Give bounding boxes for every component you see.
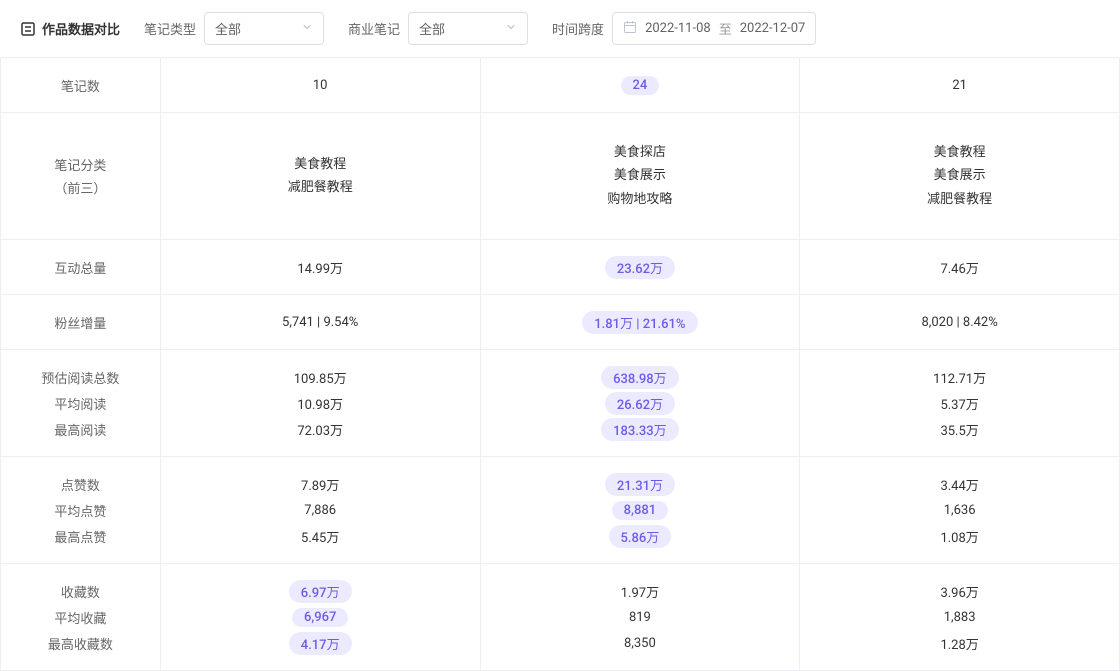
metric-value: 1.97万 <box>609 580 671 603</box>
table-row: 笔记数 10 24 21 <box>1 58 1120 113</box>
metric-value: 10.98万 <box>285 392 355 415</box>
metric-value: 5.45万 <box>289 525 351 548</box>
metric-value: 6.97万 <box>289 580 352 603</box>
category-tag: 减肥餐教程 <box>800 188 1119 211</box>
category-tag: 减肥餐教程 <box>161 176 480 199</box>
row-label: 笔记数 <box>61 80 100 95</box>
row-label: 平均点赞 <box>1 497 160 523</box>
row-label: 预估阅读总数 <box>1 364 160 390</box>
metric-value: 8,020 | 8.42% <box>909 313 1009 332</box>
select-value: 全部 <box>419 19 445 38</box>
metric-value: 6,967 <box>292 608 348 627</box>
metric-value: 7.89万 <box>289 473 351 496</box>
category-tag: 美食教程 <box>800 141 1119 164</box>
table-row: 笔记分类 （前三） 美食教程减肥餐教程 美食探店美食展示购物地攻略 美食教程美食… <box>1 113 1120 240</box>
select-note-type[interactable]: 全部 <box>204 12 324 45</box>
table-row: 互动总量 14.99万 23.62万 7.46万 <box>1 240 1120 295</box>
calendar-icon <box>623 20 637 38</box>
metric-value: 112.71万 <box>921 366 998 389</box>
row-label: 笔记分类 <box>54 155 106 174</box>
metric-value: 638.98万 <box>601 366 679 389</box>
date-end: 2022-12-07 <box>740 21 806 36</box>
row-label: 点赞数 <box>1 471 160 497</box>
list-icon <box>20 21 36 37</box>
metric-value: 8,881 <box>612 501 668 520</box>
chevron-down-icon <box>505 21 517 37</box>
filter-label: 笔记类型 <box>144 19 196 38</box>
metric-value: 183.33万 <box>601 418 679 441</box>
select-value: 全部 <box>215 19 241 38</box>
metric-value: 8,350 <box>612 634 668 653</box>
table-row: 收藏数平均收藏最高收藏数 6.97万 6,967 4.17万 1.97万 819 8,3… <box>1 564 1120 671</box>
metric-value: 24 <box>621 76 660 95</box>
row-label: 最高收藏数 <box>1 630 160 656</box>
metric-value: 1.81万 | 21.61% <box>582 311 697 334</box>
metric-value: 1,636 <box>932 501 988 520</box>
metric-value: 23.62万 <box>605 256 675 279</box>
data-table: 笔记数 10 24 21 笔记分类 （前三） 美食教程减肥餐教程 美食探店美食展… <box>0 57 1120 671</box>
filter-label: 商业笔记 <box>348 19 400 38</box>
category-tag: 美食探店 <box>481 141 800 164</box>
metric-value: 5,741 | 9.54% <box>270 313 370 332</box>
filter-label: 时间跨度 <box>552 19 604 38</box>
metric-value: 26.62万 <box>605 392 675 415</box>
metric-value: 72.03万 <box>285 418 355 441</box>
metric-value: 819 <box>617 608 663 627</box>
metric-value: 4.17万 <box>289 632 352 655</box>
metric-value: 10 <box>301 76 340 95</box>
row-label: 平均阅读 <box>1 390 160 416</box>
metric-value: 35.5万 <box>928 418 990 441</box>
page-title-group: 作品数据对比 <box>20 19 120 38</box>
row-label: 收藏数 <box>1 578 160 604</box>
date-separator: 至 <box>719 19 732 38</box>
row-label: 最高阅读 <box>1 416 160 442</box>
metric-value: 7.46万 <box>928 256 990 279</box>
header-bar: 作品数据对比 笔记类型 全部 商业笔记 全部 时间跨度 2022-11-08 至… <box>0 0 1120 57</box>
metric-value: 21.31万 <box>605 473 675 496</box>
metric-value: 1.08万 <box>928 525 990 548</box>
metric-value: 1.28万 <box>928 632 990 655</box>
metric-value: 3.96万 <box>928 580 990 603</box>
chevron-down-icon <box>301 21 313 37</box>
row-label: 粉丝增量 <box>54 317 106 332</box>
table-row: 粉丝增量 5,741 | 9.54% 1.81万 | 21.61% 8,020 … <box>1 295 1120 350</box>
table-row: 点赞数平均点赞最高点赞 7.89万 7,886 5.45万 21.31万 8,881 5… <box>1 457 1120 564</box>
row-label-sub: （前三） <box>54 178 106 197</box>
category-tag: 美食教程 <box>161 153 480 176</box>
metric-value: 5.37万 <box>928 392 990 415</box>
date-start: 2022-11-08 <box>645 21 711 36</box>
metric-value: 7,886 <box>292 501 348 520</box>
category-tag: 购物地攻略 <box>481 188 800 211</box>
category-tag: 美食展示 <box>800 164 1119 187</box>
date-range-picker[interactable]: 2022-11-08 至 2022-12-07 <box>612 12 816 45</box>
filter-biz-type: 商业笔记 全部 <box>348 12 528 45</box>
select-biz-type[interactable]: 全部 <box>408 12 528 45</box>
metric-value: 109.85万 <box>282 366 359 389</box>
metric-value: 14.99万 <box>285 256 355 279</box>
table-row: 预估阅读总数平均阅读最高阅读 109.85万 10.98万 72.03万 638.9… <box>1 350 1120 457</box>
metric-value: 5.86万 <box>609 525 672 548</box>
category-tag: 美食展示 <box>481 164 800 187</box>
row-label: 最高点赞 <box>1 523 160 549</box>
filter-date-range: 时间跨度 2022-11-08 至 2022-12-07 <box>552 12 816 45</box>
filter-note-type: 笔记类型 全部 <box>144 12 324 45</box>
metric-value: 3.44万 <box>928 473 990 496</box>
metric-value: 1,883 <box>932 608 988 627</box>
page-title: 作品数据对比 <box>42 19 120 38</box>
metric-value: 21 <box>940 76 979 95</box>
row-label: 互动总量 <box>54 262 106 277</box>
row-label: 平均收藏 <box>1 604 160 630</box>
